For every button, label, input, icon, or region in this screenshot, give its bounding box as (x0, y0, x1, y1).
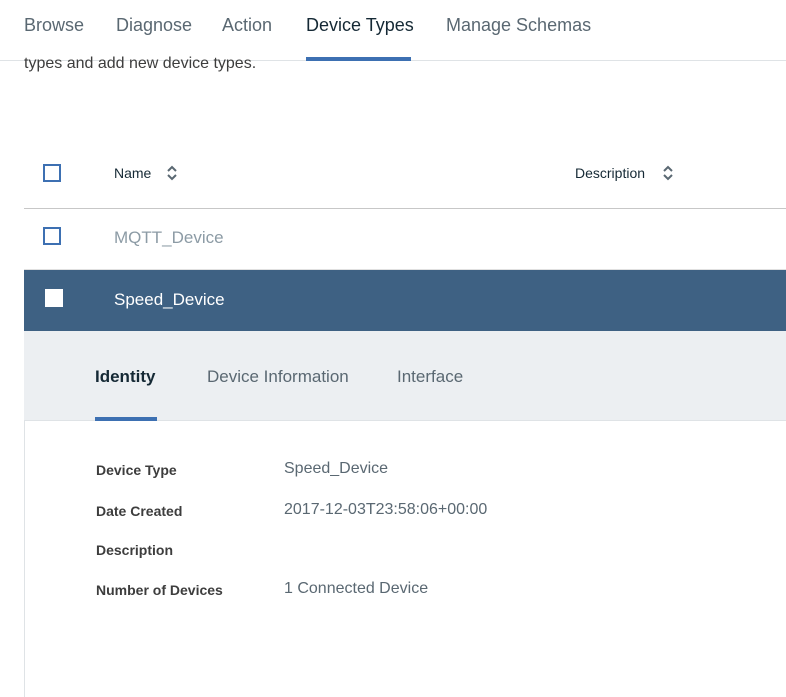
field-value-number-of-devices: 1 Connected Device (284, 580, 429, 597)
field-value-device-type: Speed_Device (284, 460, 389, 477)
tab-device-types[interactable]: Device Types (306, 15, 414, 36)
field-label-date-created: Date Created (96, 503, 183, 519)
detail-panel: Device Type Speed_Device Date Created 20… (24, 421, 786, 697)
top-nav: Browse Diagnose Action Device Types Mana… (0, 0, 786, 61)
tab-browse[interactable]: Browse (24, 15, 84, 36)
tab-diagnose[interactable]: Diagnose (116, 15, 192, 36)
tab-manage-schemas[interactable]: Manage Schemas (446, 15, 591, 36)
device-type-name: MQTT_Device (114, 228, 224, 247)
column-header-name[interactable]: Name (114, 165, 151, 181)
select-all-checkbox[interactable] (43, 164, 61, 182)
device-type-name: Speed_Device (114, 290, 225, 309)
table-header: Name Description (24, 141, 786, 209)
intro-text: types and add new device types. (24, 55, 257, 72)
sort-name-icon[interactable] (165, 163, 179, 183)
field-label-description: Description (96, 542, 174, 558)
field-label-number-of-devices: Number of Devices (96, 582, 223, 598)
tab-identity[interactable]: Identity (95, 367, 155, 387)
tab-device-information[interactable]: Device Information (207, 367, 349, 387)
active-tab-indicator (306, 57, 411, 61)
table-row[interactable]: MQTT_Device (24, 208, 786, 270)
tab-action[interactable]: Action (222, 15, 272, 36)
table-row-selected[interactable]: Speed_Device (24, 270, 786, 332)
sort-description-icon[interactable] (661, 163, 675, 183)
detail-tabs: Identity Device Information Interface (24, 331, 786, 421)
row-checkbox[interactable] (43, 227, 61, 245)
tab-interface[interactable]: Interface (397, 367, 463, 387)
field-label-device-type: Device Type (96, 462, 177, 478)
column-header-description[interactable]: Description (575, 165, 645, 181)
field-value-date-created: 2017-12-03T23:58:06+00:00 (284, 501, 488, 518)
row-checkbox[interactable] (45, 289, 63, 307)
